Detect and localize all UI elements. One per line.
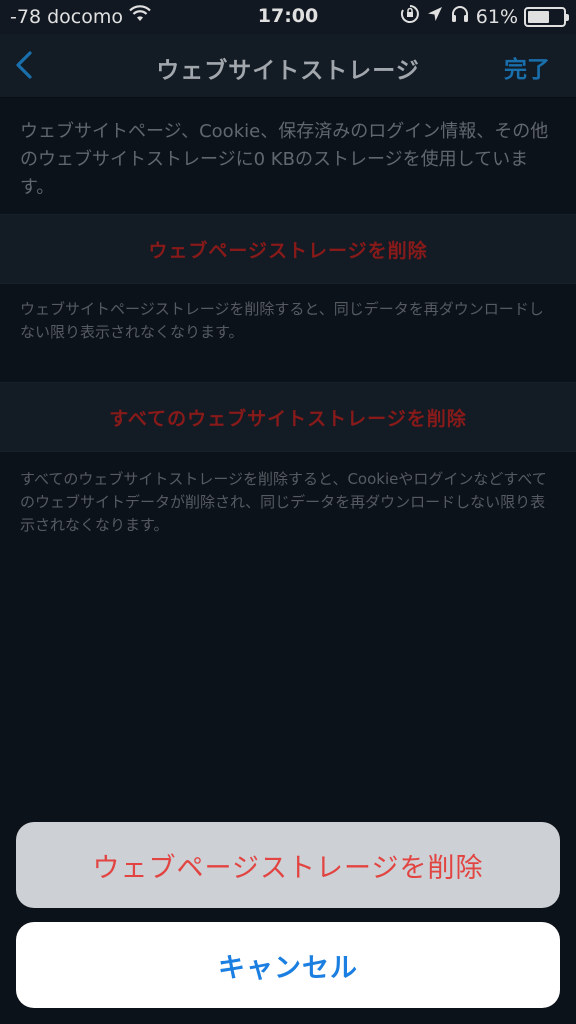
cancel-button[interactable]: キャンセル	[16, 922, 560, 1008]
confirm-delete-web-page-storage-button[interactable]: ウェブページストレージを削除	[16, 822, 560, 908]
screen: -78 docomo 17:00 61% ウェブサイトストレージ 完了 ウェブサ…	[0, 0, 576, 1024]
